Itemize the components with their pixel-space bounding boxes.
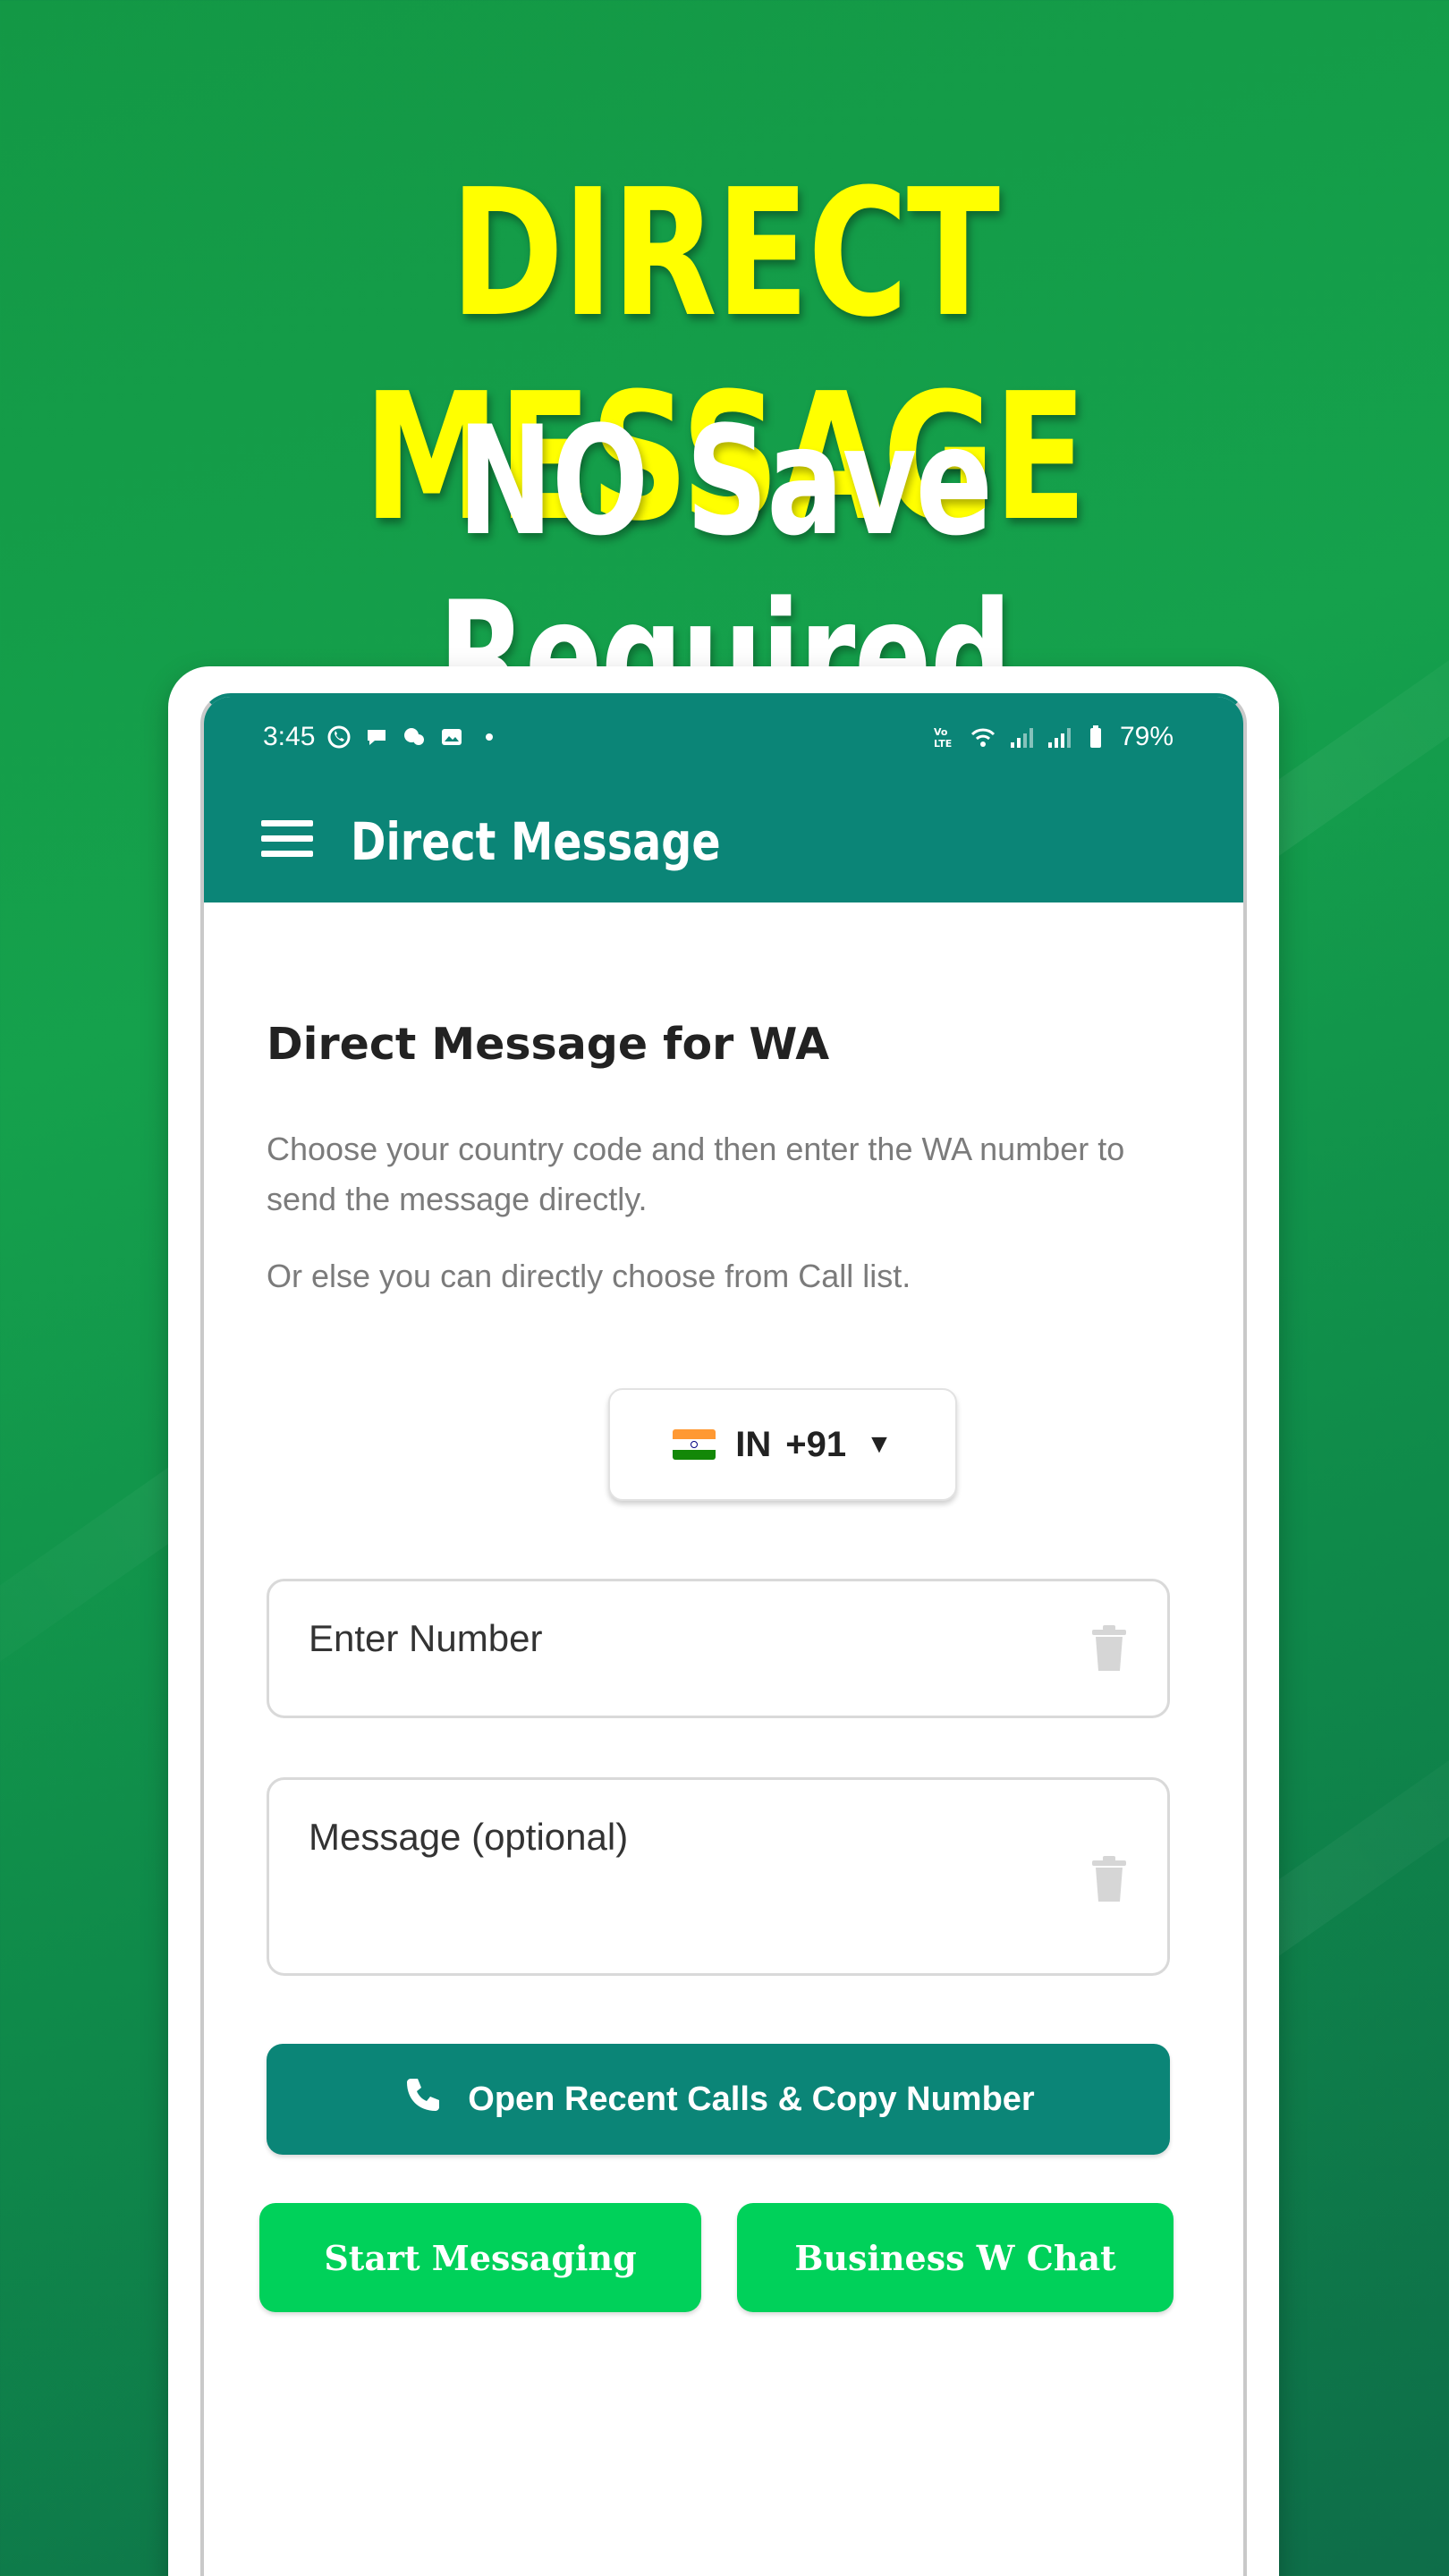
svg-text:LTE: LTE — [934, 738, 952, 750]
description-text: Choose your country code and then enter … — [267, 1131, 1125, 1217]
number-field — [267, 1579, 1170, 1718]
country-code-picker[interactable]: IN +91 ▼ — [608, 1388, 957, 1501]
dropdown-arrow-icon: ▼ — [866, 1429, 893, 1459]
phone-screen: 3:45 Vo LTE 79% Direct Message Direct Me… — [200, 693, 1247, 2576]
description-text: Or else you can directly choose from Cal… — [267, 1258, 911, 1294]
signal-icon — [1007, 724, 1034, 750]
signal-icon — [1045, 724, 1072, 750]
country-label: IN — [735, 1424, 772, 1464]
volte-icon: Vo LTE — [932, 724, 959, 750]
number-input[interactable] — [309, 1617, 1024, 1660]
svg-text:Vo: Vo — [934, 726, 948, 738]
status-right: Vo LTE 79% — [932, 722, 1174, 752]
message-input[interactable] — [309, 1816, 1024, 1859]
india-flag-icon — [673, 1429, 716, 1460]
app-title: Direct Message — [351, 811, 721, 872]
trash-icon[interactable] — [1089, 1855, 1130, 1903]
status-bar: 3:45 Vo LTE 79% — [204, 697, 1243, 777]
recent-calls-label: Open Recent Calls & Copy Number — [468, 2080, 1035, 2118]
section-title: Direct Message for WA — [267, 1019, 830, 1070]
chat-bubbles-icon — [401, 724, 428, 750]
status-time: 3:45 — [263, 722, 316, 751]
message-field — [267, 1777, 1170, 1976]
battery-level: 79% — [1119, 722, 1174, 751]
battery-icon — [1082, 724, 1109, 750]
open-recent-calls-button[interactable]: Open Recent Calls & Copy Number — [267, 2044, 1170, 2155]
notification-dot-icon — [476, 724, 503, 750]
business-chat-button[interactable]: Business W Chat — [737, 2203, 1174, 2312]
status-left: 3:45 — [263, 722, 503, 752]
start-messaging-button[interactable]: Start Messaging — [259, 2203, 701, 2312]
whatsapp-icon — [326, 724, 352, 750]
wifi-icon — [970, 724, 996, 750]
chat-bubble-icon — [363, 724, 390, 750]
gallery-icon — [438, 724, 465, 750]
phone-frame: 3:45 Vo LTE 79% Direct Message Direct Me… — [168, 666, 1279, 2576]
app-bar: Direct Message — [204, 777, 1243, 902]
trash-icon[interactable] — [1089, 1624, 1130, 1673]
country-dial-code: +91 — [785, 1424, 847, 1464]
phone-icon — [402, 2073, 445, 2125]
menu-icon[interactable] — [261, 818, 315, 860]
